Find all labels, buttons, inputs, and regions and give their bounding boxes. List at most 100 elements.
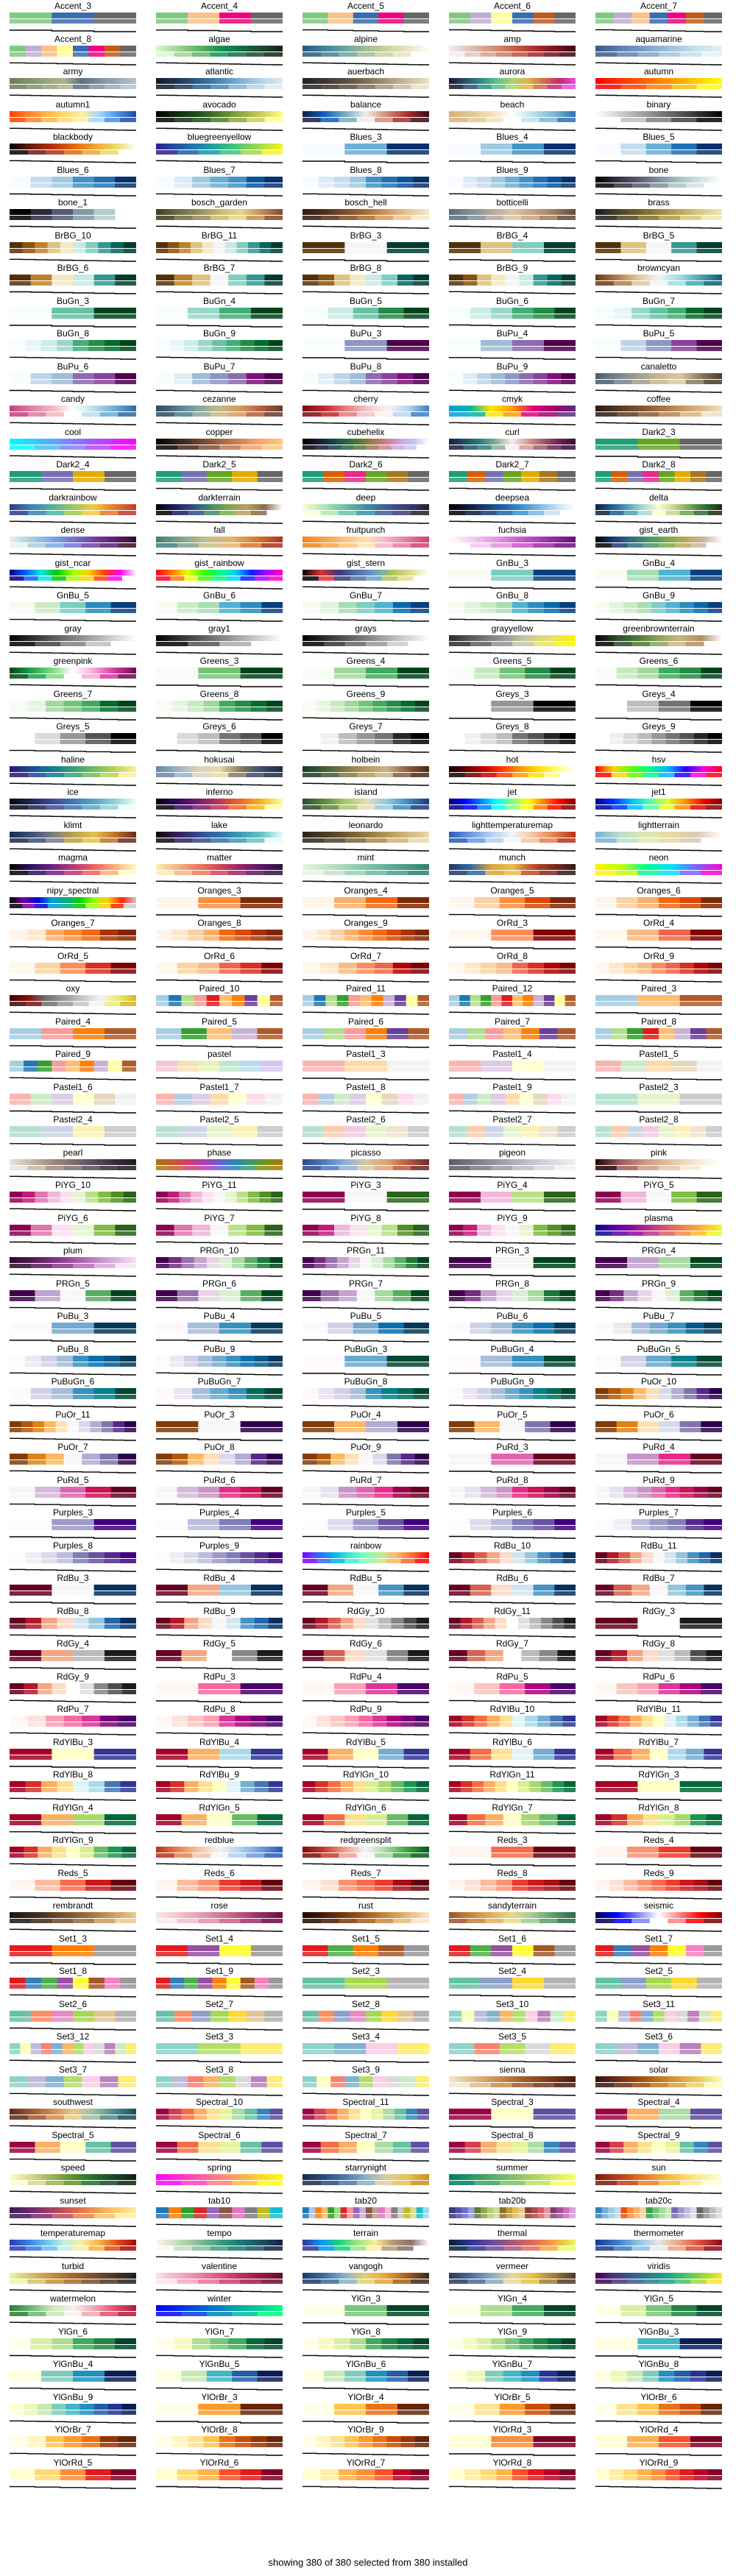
colormap-gnbu-6: GnBu_6 [156, 590, 283, 622]
swatch-sample-segment [366, 871, 388, 875]
colormap-swatch [156, 1814, 283, 1834]
swatch-band-segment [449, 2010, 462, 2017]
colormap-name: Reds_5 [57, 1867, 88, 1878]
swatch-band-segment [115, 372, 136, 379]
swatch-sample-segment [372, 936, 388, 941]
swatch-sample-segment [246, 412, 265, 417]
swatch-band-segment [73, 275, 95, 280]
swatch-sample-segment [595, 52, 618, 57]
colormap-swatch [595, 1978, 722, 1998]
colormap-darkterrain: darkterrain [156, 492, 283, 524]
swatch-sample-segment [27, 936, 46, 941]
swatch-sample-segment [302, 412, 321, 417]
swatch-sample-segment [486, 1558, 500, 1563]
swatch-band-segment [411, 962, 429, 969]
swatch-sample-segment [52, 1591, 95, 1596]
swatch-band-segment [386, 1978, 429, 1984]
swatch-band-segment [557, 1650, 576, 1656]
luminance-curve [10, 1503, 136, 1507]
swatch-band-segment [375, 1879, 394, 1886]
swatch-sample-segment [268, 1165, 283, 1170]
colormap-name: PRGn_11 [347, 1245, 385, 1256]
swatch-band-segment [525, 896, 551, 903]
colormap-swatch [10, 372, 136, 393]
swatch-band-segment [254, 1978, 269, 1984]
colormap-swatch [302, 340, 429, 360]
swatch-sample-segment [251, 1591, 283, 1596]
colormap-name: oxy [66, 983, 80, 994]
swatch-sample-segment [82, 412, 101, 417]
swatch-band-gradient [595, 503, 722, 510]
swatch-sample-segment [240, 1558, 255, 1563]
swatch-sample-segment [73, 1624, 89, 1629]
swatch-band-segment [701, 668, 722, 673]
swatch-sample-segment [641, 1722, 654, 1727]
swatch-band-segment [467, 1027, 486, 1034]
swatch-sample-segment [177, 1919, 199, 1923]
colormap-swatch [10, 1027, 136, 1048]
luminance-curve [302, 1209, 429, 1211]
colormap-swatch [10, 2076, 136, 2096]
swatch-sample-segment [240, 740, 262, 744]
swatch-band-segment [244, 2109, 258, 2115]
colormap-name: PuOr_4 [350, 1409, 381, 1420]
swatch-band-segment [10, 1847, 24, 1853]
swatch-band-segment [235, 930, 252, 935]
swatch-band-segment [73, 1551, 89, 1558]
swatch-band-segment [85, 1192, 99, 1197]
swatch-sample-segment [481, 1362, 513, 1367]
swatch-sample-segment [623, 609, 638, 613]
swatch-sample-segment [411, 740, 429, 744]
swatch-band-segment [334, 1224, 350, 1231]
swatch-band-segment [240, 2043, 283, 2049]
swatch-band-segment [679, 896, 701, 903]
swatch-sample-segment [627, 1133, 643, 1137]
swatch-band-segment [314, 1257, 326, 1263]
swatch-band-segment [474, 1716, 487, 1722]
colormap-swatch [302, 2043, 429, 2063]
swatch-sample-segment [690, 707, 722, 712]
swatch-band-segment [595, 1716, 608, 1722]
colormap-set3-8: Set3_8 [156, 2064, 283, 2096]
swatch-band-segment [30, 2010, 52, 2017]
swatch-sample-segment [503, 117, 522, 122]
swatch-sample-segment [73, 1362, 89, 1367]
colormap-name: PuBuGn_9 [490, 1376, 534, 1387]
colormap-name: BrBG_4 [496, 230, 528, 241]
colormap-name: BuPu_9 [496, 361, 528, 372]
swatch-band-segment [665, 1486, 681, 1493]
swatch-sample-segment [156, 1755, 188, 1760]
swatch-sample-segment [449, 1427, 475, 1432]
swatch-sample-segment [219, 1951, 252, 1956]
swatch-sample-segment [184, 1362, 199, 1367]
swatch-band-segment [512, 1551, 526, 1558]
swatch-sample-segment [240, 2050, 283, 2054]
swatch-sample-segment [344, 1133, 367, 1137]
luminance-curve [595, 356, 722, 360]
swatch-band-segment [83, 2043, 95, 2049]
swatch-band-segment [528, 1289, 545, 1296]
swatch-sample-segment [67, 1427, 79, 1432]
swatch-band-segment [24, 1061, 38, 1066]
colormap-name: PuBuGn_7 [197, 1376, 241, 1387]
swatch-band-segment [85, 1289, 111, 1296]
colormap-name: GnBu_3 [495, 557, 529, 568]
swatch-band-segment [10, 1420, 22, 1427]
swatch-sample-segment [10, 1198, 23, 1203]
swatch-sample-segment [99, 772, 118, 777]
luminance-curve [302, 586, 429, 590]
swatch-sample-segment [105, 1002, 121, 1006]
colormap-name: PuBuGn_6 [51, 1376, 95, 1387]
swatch-sample-segment [344, 2082, 359, 2087]
swatch-sample-segment [73, 1984, 89, 1989]
swatch-sample-segment [203, 1722, 220, 1727]
colormap-swatch [10, 1126, 136, 1146]
swatch-band-segment [529, 1781, 542, 1787]
swatch-band-segment [302, 602, 321, 608]
swatch-band-gradient [10, 144, 136, 149]
swatch-sample-segment [206, 1264, 220, 1268]
swatch-sample-segment [547, 805, 562, 810]
swatch-sample-segment [595, 314, 614, 319]
colormap-swatch [302, 176, 429, 197]
swatch-band-segment [302, 995, 315, 1001]
